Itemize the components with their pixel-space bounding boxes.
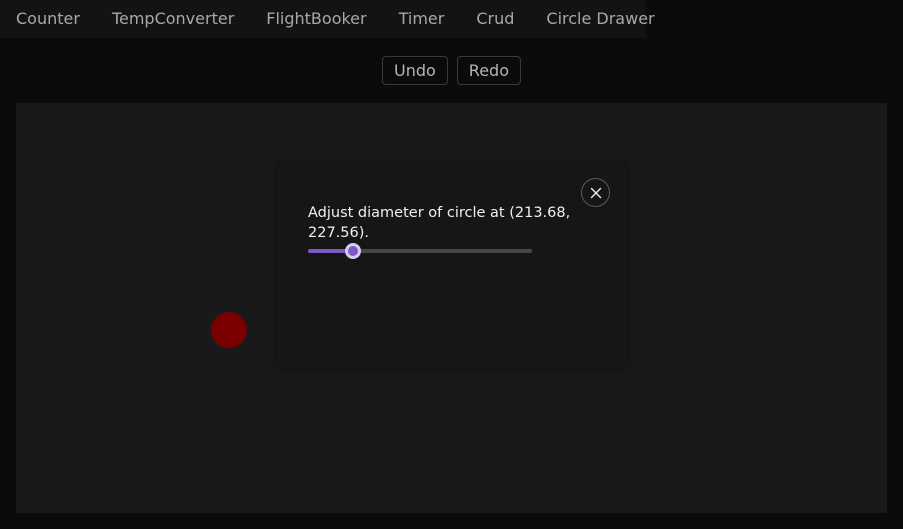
close-icon (590, 187, 601, 198)
dialog-message: Adjust diameter of circle at (213.68, 22… (308, 205, 571, 241)
tab-flightbooker[interactable]: FlightBooker (250, 0, 382, 38)
close-button[interactable] (581, 178, 610, 207)
slider-thumb[interactable] (345, 243, 361, 259)
redo-button[interactable]: Redo (456, 56, 521, 85)
tab-bar: Counter TempConverter FlightBooker Timer… (0, 0, 655, 38)
tab-tempconverter[interactable]: TempConverter (96, 0, 250, 38)
tab-counter[interactable]: Counter (0, 0, 96, 38)
drawn-circle[interactable] (211, 312, 247, 348)
tab-crud[interactable]: Crud (460, 0, 530, 38)
tab-timer[interactable]: Timer (383, 0, 461, 38)
undo-redo-toolbar: Undo Redo (0, 56, 903, 85)
adjust-diameter-dialog: Adjust diameter of circle at (213.68, 22… (276, 163, 628, 370)
undo-button[interactable]: Undo (382, 56, 448, 85)
diameter-slider[interactable] (308, 242, 532, 260)
tab-circle-drawer[interactable]: Circle Drawer (530, 0, 670, 38)
